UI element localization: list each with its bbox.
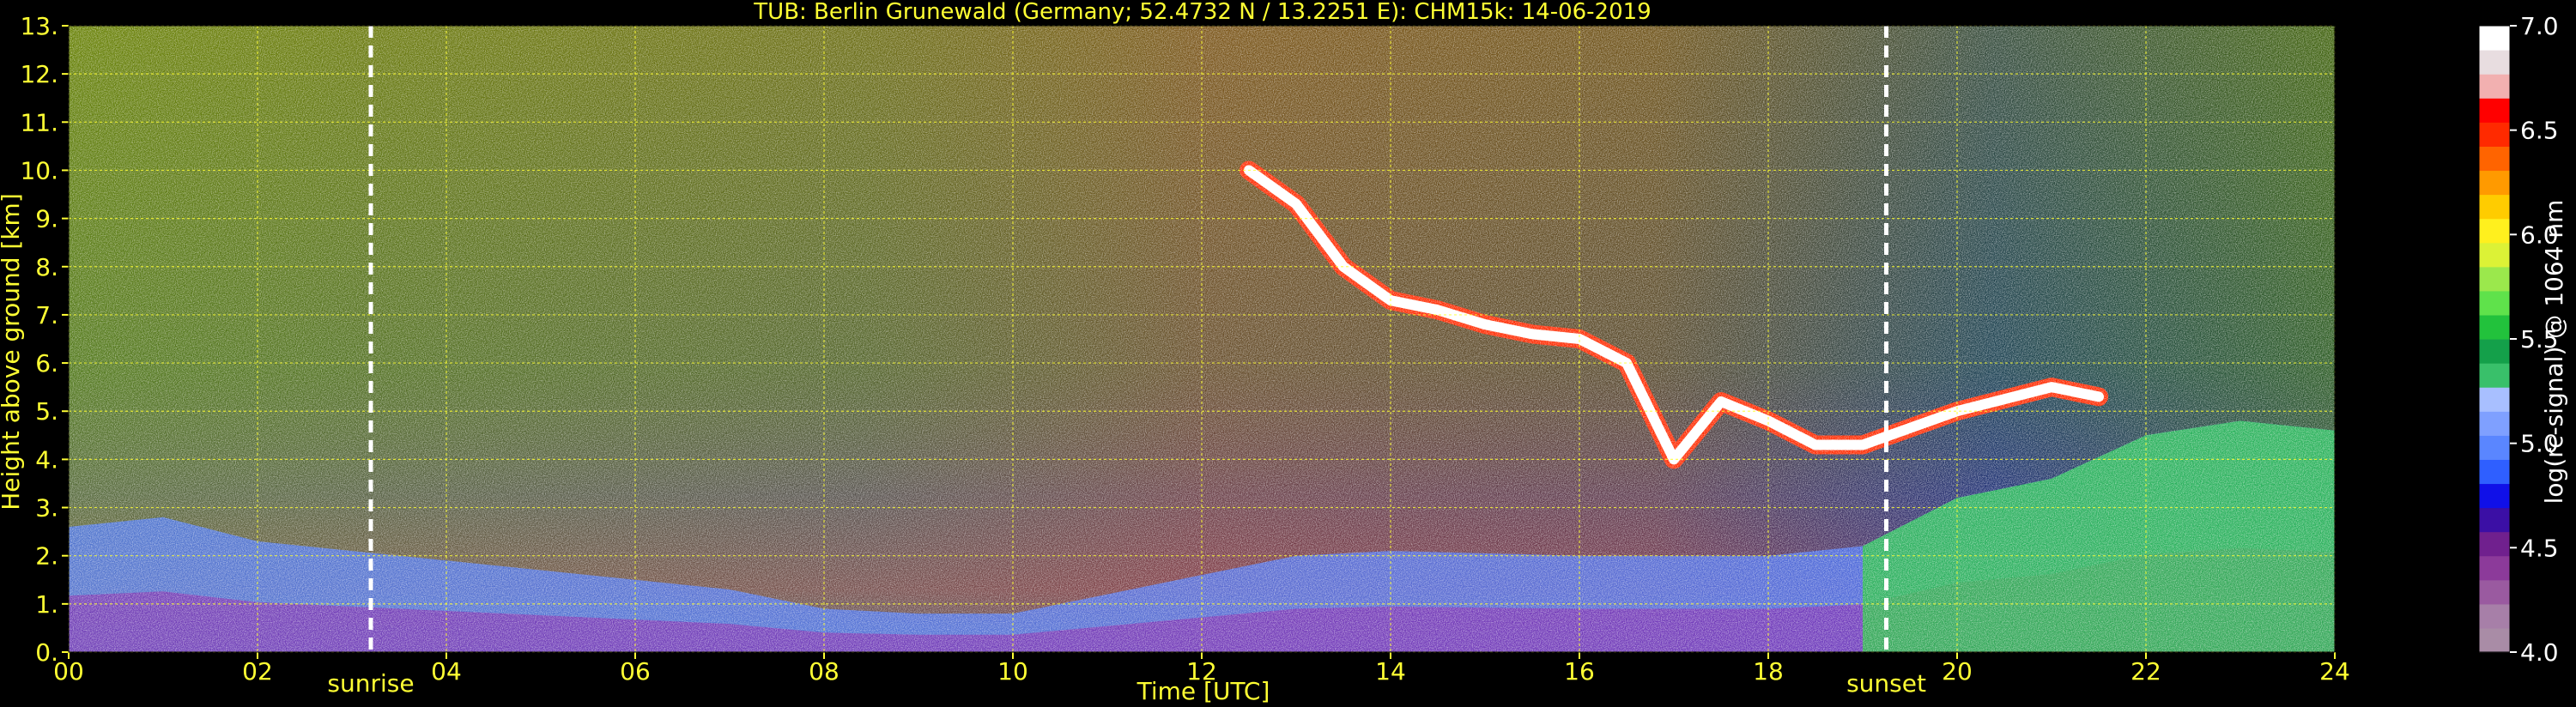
colorbar-segment [2479, 579, 2510, 605]
y-tick-label: 5. [35, 397, 58, 426]
chart-title: TUB: Berlin Grunewald (Germany; 52.4732 … [753, 0, 1651, 25]
x-tick-label: 10 [997, 657, 1028, 686]
colorbar-segment [2479, 459, 2510, 485]
colorbar-segment [2479, 387, 2510, 412]
y-axis: 0. 1. 2. 3. 4. 5. 6. 7. 8. 9. 10. 11. 12. 13. [20, 12, 69, 667]
colorbar-segment [2479, 483, 2510, 509]
x-tick-label: 18 [1753, 657, 1784, 686]
colorbar-segment [2479, 411, 2510, 436]
y-tick-label: 8. [35, 253, 58, 281]
y-tick-label: 6. [35, 349, 58, 378]
colorbar-segment [2479, 627, 2510, 653]
y-tick-label: 7. [35, 301, 58, 329]
y-tick-label: 12. [20, 60, 58, 88]
colorbar-tick-label: 6.5 [2520, 117, 2559, 145]
y-tick-label: 2. [35, 542, 58, 571]
colorbar-segment [2479, 555, 2510, 581]
colorbar-segment [2479, 290, 2510, 316]
colorbar-segment [2479, 266, 2510, 292]
colorbar-label: log(rc-signal) @ 1064 nm [2540, 200, 2568, 505]
x-tick-label: 22 [2131, 657, 2161, 686]
y-tick-label: 9. [35, 205, 58, 233]
colorbar-segment [2479, 74, 2510, 99]
x-tick-label: 08 [809, 657, 839, 686]
y-tick-label: 11. [20, 108, 58, 136]
colorbar-segment [2479, 26, 2510, 51]
colorbar-segment [2479, 531, 2510, 557]
x-tick-label: 02 [242, 657, 273, 686]
colorbar-segment [2479, 242, 2510, 268]
colorbar-tick-label: 4.0 [2520, 638, 2559, 667]
colorbar-segment [2479, 122, 2510, 147]
x-tick-label: 16 [1564, 657, 1595, 686]
colorbar-segment [2479, 363, 2510, 388]
colorbar-segment [2479, 435, 2510, 460]
sunset-label: sunset [1846, 669, 1926, 698]
y-tick-label: 3. [35, 494, 58, 523]
colorbar-segment [2479, 50, 2510, 75]
x-tick-label: 04 [431, 657, 462, 686]
x-tick-label: 06 [620, 657, 651, 686]
y-tick-label: 1. [35, 590, 58, 619]
colorbar-tick-label: 7.0 [2520, 12, 2559, 40]
colorbar-segment [2479, 146, 2510, 172]
colorbar-segment [2479, 98, 2510, 123]
sunrise-label: sunrise [327, 669, 414, 698]
y-tick-label: 4. [35, 445, 58, 474]
y-tick-label: 10. [20, 156, 58, 184]
colorbar-tick-label: 4.5 [2520, 534, 2559, 562]
colorbar-segment [2479, 507, 2510, 533]
colorbar-segment [2479, 314, 2510, 340]
y-tick-label: 0. [35, 638, 58, 667]
x-tick-label: 24 [2319, 657, 2350, 686]
x-tick-label: 20 [1942, 657, 1973, 686]
colorbar-segment [2479, 194, 2510, 220]
lidar-chart: TUB: Berlin Grunewald (Germany; 52.4732 … [0, 0, 2568, 705]
y-axis-label: Height above ground [km] [0, 193, 25, 511]
colorbar-segment [2479, 170, 2510, 196]
colorbar-segment [2479, 339, 2510, 364]
x-tick-label: 14 [1375, 657, 1406, 686]
colorbar-segment [2479, 218, 2510, 244]
x-axis-label: Time [UTC] [1136, 677, 1270, 705]
colorbar-segment [2479, 603, 2510, 629]
y-tick-label: 13. [20, 12, 58, 40]
